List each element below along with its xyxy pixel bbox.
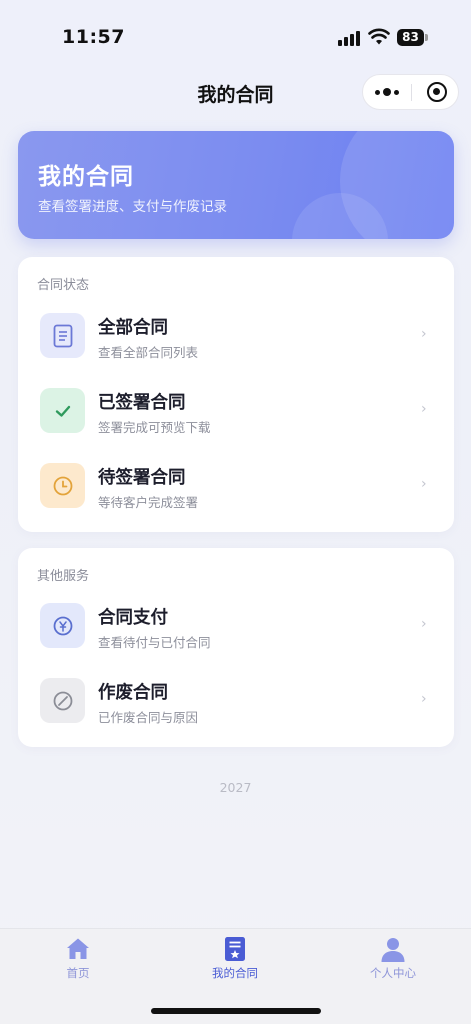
menu-item-label: 待签署合同 xyxy=(98,468,186,488)
menu-item-contract-payment[interactable]: 合同支付 查看待付与已付合同 › xyxy=(18,592,454,662)
chevron-right-icon: › xyxy=(421,401,427,417)
status-bar: 11:57 83 xyxy=(0,0,471,74)
chevron-right-icon: › xyxy=(421,616,427,632)
void-icon xyxy=(40,678,85,723)
footer-year: 2027 xyxy=(219,780,252,795)
header-banner: 我的合同 查看签署进度、支付与作废记录 xyxy=(18,131,454,239)
section-title: 其他服务 xyxy=(37,569,90,584)
battery-icon: 83 xyxy=(397,29,429,46)
tab-profile[interactable]: 个人中心 xyxy=(338,935,448,985)
signal-icon xyxy=(338,31,360,46)
menu-item-label: 全部合同 xyxy=(98,318,168,338)
menu-item-signed-contracts[interactable]: 已签署合同 签署完成可预览下载 › xyxy=(18,377,454,447)
banner-title: 我的合同 xyxy=(38,164,134,190)
menu-item-desc: 查看全部合同列表 xyxy=(98,345,199,360)
menu-item-desc: 签署完成可预览下载 xyxy=(98,420,211,435)
contract-icon xyxy=(225,937,245,961)
menu-item-void-contracts[interactable]: 作废合同 已作废合同与原因 › xyxy=(18,667,454,737)
contract-status-card: 合同状态 全部合同 查看全部合同列表 › 已签署合同 签署完成可预览下载 › 待… xyxy=(18,257,454,532)
menu-item-all-contracts[interactable]: 全部合同 查看全部合同列表 › xyxy=(18,302,454,372)
wifi-icon xyxy=(368,28,390,45)
chevron-right-icon: › xyxy=(421,476,427,492)
miniprogram-capsule xyxy=(362,74,459,110)
menu-item-pending-contracts[interactable]: 待签署合同 等待客户完成签署 › xyxy=(18,452,454,522)
tab-label: 首页 xyxy=(66,966,90,980)
chevron-right-icon: › xyxy=(421,326,427,342)
other-services-card: 其他服务 合同支付 查看待付与已付合同 › 作废合同 已作废合同与原因 › xyxy=(18,548,454,747)
user-icon xyxy=(381,938,405,962)
tab-label: 我的合同 xyxy=(212,966,258,980)
banner-subtitle: 查看签署进度、支付与作废记录 xyxy=(38,199,227,215)
section-title: 合同状态 xyxy=(37,278,90,293)
menu-item-label: 合同支付 xyxy=(98,608,168,628)
more-icon[interactable] xyxy=(363,75,411,109)
menu-item-desc: 查看待付与已付合同 xyxy=(98,635,211,650)
battery-level: 83 xyxy=(397,29,424,46)
capsule-divider xyxy=(411,84,412,101)
close-miniprogram-icon[interactable] xyxy=(427,82,447,102)
check-icon xyxy=(40,388,85,433)
menu-item-label: 作废合同 xyxy=(98,683,168,703)
home-indicator xyxy=(151,1008,321,1014)
tab-label: 个人中心 xyxy=(370,966,416,980)
clock-icon xyxy=(40,463,85,508)
document-icon xyxy=(40,313,85,358)
tab-my-contracts[interactable]: 我的合同 xyxy=(180,935,290,985)
menu-item-desc: 已作废合同与原因 xyxy=(98,710,199,725)
tab-home[interactable]: 首页 xyxy=(23,935,133,985)
menu-item-desc: 等待客户完成签署 xyxy=(98,495,199,510)
nav-bar: 我的合同 xyxy=(0,74,471,114)
menu-item-label: 已签署合同 xyxy=(98,393,186,413)
status-time: 11:57 xyxy=(62,26,125,48)
home-icon xyxy=(67,938,89,959)
yen-icon xyxy=(40,603,85,648)
chevron-right-icon: › xyxy=(421,691,427,707)
